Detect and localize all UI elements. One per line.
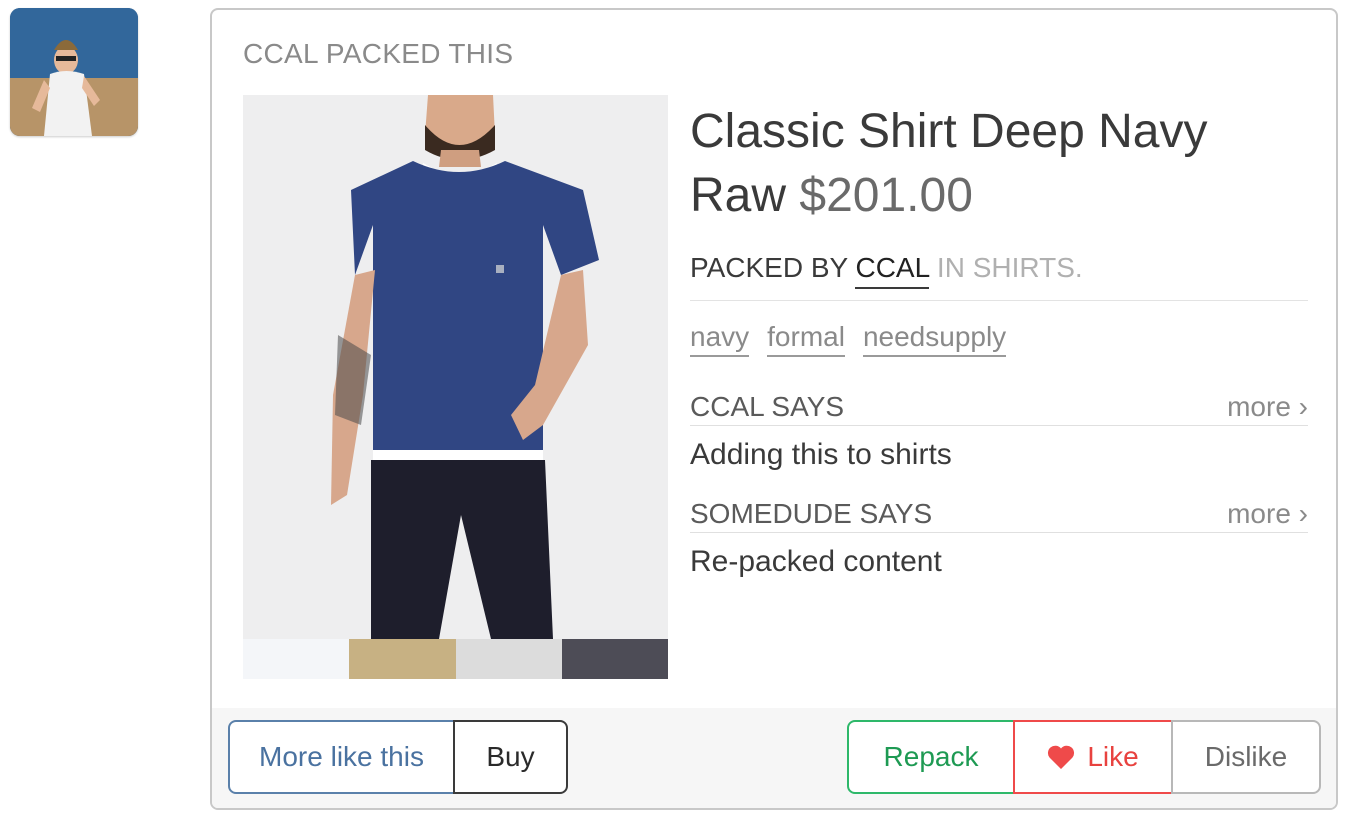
comment-author[interactable]: SOMEDUDE SAYS <box>690 498 932 530</box>
comment-author[interactable]: CCAL SAYS <box>690 391 844 423</box>
comment-block: CCAL SAYS more › Adding this to shirts <box>690 391 1308 472</box>
comment-header: SOMEDUDE SAYS more › <box>690 498 1308 533</box>
product-title[interactable]: Classic Shirt Deep Navy Raw $201.00 <box>690 100 1308 228</box>
pack-card: CCAL PACKED THIS Classic Shirt Deep Navy… <box>210 8 1338 810</box>
avatar-photo <box>10 8 138 136</box>
swatch-3[interactable] <box>455 639 562 679</box>
product-photo <box>243 95 668 639</box>
comment-header: CCAL SAYS more › <box>690 391 1308 426</box>
swatch-4[interactable] <box>561 639 668 679</box>
color-swatches <box>243 639 668 679</box>
product-info: Classic Shirt Deep Navy Raw $201.00 PACK… <box>690 100 1308 579</box>
product-price: $201.00 <box>799 169 973 222</box>
like-button[interactable]: Like <box>1013 720 1173 794</box>
buy-button[interactable]: Buy <box>453 720 568 794</box>
more-like-this-button[interactable]: More like this <box>228 720 455 794</box>
heart-icon <box>1048 745 1075 769</box>
dislike-button[interactable]: Dislike <box>1171 720 1321 794</box>
comment-more-link[interactable]: more › <box>1227 391 1308 423</box>
packed-by-label: PACKED BY <box>690 252 848 283</box>
packed-category[interactable]: IN SHIRTS. <box>937 252 1083 283</box>
swatch-1[interactable] <box>243 639 350 679</box>
card-header: CCAL PACKED THIS <box>243 38 514 69</box>
user-avatar[interactable] <box>10 8 138 136</box>
comment-more-link[interactable]: more › <box>1227 498 1308 530</box>
comment-block: SOMEDUDE SAYS more › Re-packed content <box>690 498 1308 579</box>
packer-user-link[interactable]: CCAL <box>855 252 930 289</box>
repack-button[interactable]: Repack <box>847 720 1015 794</box>
swatch-2[interactable] <box>349 639 456 679</box>
card-actions: More like this Buy Repack Like Dislike <box>212 708 1336 808</box>
tag-list: navy formal needsupply <box>690 321 1308 357</box>
tag-link[interactable]: navy <box>690 321 750 357</box>
comment-text: Re-packed content <box>690 545 942 578</box>
product-image[interactable] <box>243 95 668 639</box>
comment-text: Adding this to shirts <box>690 438 952 471</box>
like-label: Like <box>1087 741 1139 772</box>
packed-by-line: PACKED BY CCAL IN SHIRTS. <box>690 252 1308 289</box>
tag-link[interactable]: formal <box>767 321 845 357</box>
tag-link[interactable]: needsupply <box>862 321 1007 357</box>
divider <box>690 300 1308 301</box>
